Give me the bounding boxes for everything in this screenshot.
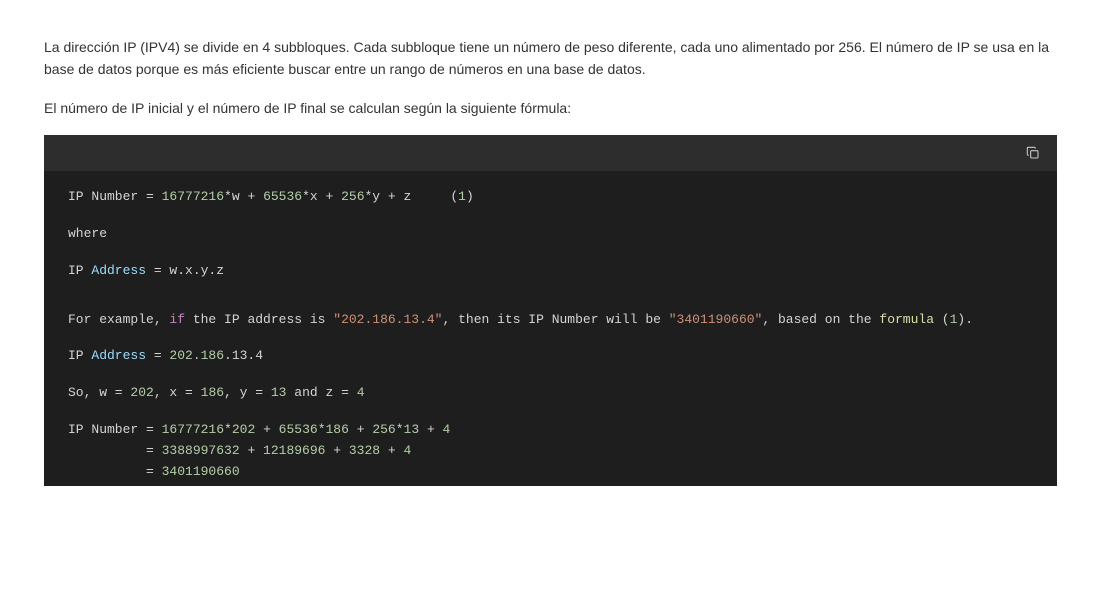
code-number: 186: [326, 422, 349, 437]
code-var: Address: [91, 263, 146, 278]
code-text: ).: [957, 312, 973, 327]
code-number: 202: [130, 385, 153, 400]
code-text: IP: [68, 263, 91, 278]
code-text: ): [466, 189, 474, 204]
code-number: 4: [404, 443, 412, 458]
code-text: IP Number =: [68, 422, 162, 437]
code-text: For example,: [68, 312, 169, 327]
code-body: IP Number = 16777216*w + 65536*x + 256*y…: [44, 171, 1057, 482]
code-number: 65536: [263, 189, 302, 204]
code-text: , y =: [224, 385, 271, 400]
code-number: 186: [201, 385, 224, 400]
code-text: *x +: [302, 189, 341, 204]
code-number: 13: [404, 422, 420, 437]
code-text: the IP address is: [185, 312, 333, 327]
code-number: 3388997632: [162, 443, 240, 458]
code-text: and z =: [286, 385, 356, 400]
paragraph-intro-2: El número de IP inicial y el número de I…: [44, 97, 1057, 119]
copy-icon[interactable]: [1023, 143, 1043, 163]
code-line: = 3401190660: [68, 462, 1033, 483]
code-text: where: [68, 226, 107, 241]
code-text: IP: [68, 348, 91, 363]
code-line: So, w = 202, x = 186, y = 13 and z = 4: [68, 383, 1033, 404]
code-text: *: [396, 422, 404, 437]
code-string: "202.186.13.4": [333, 312, 442, 327]
code-line: IP Number = 16777216*w + 65536*x + 256*y…: [68, 187, 1033, 208]
code-number: 256: [341, 189, 364, 204]
code-func: formula: [879, 312, 934, 327]
code-text: (: [934, 312, 950, 327]
code-text: +: [419, 422, 442, 437]
code-number: 16777216: [162, 422, 224, 437]
code-text: IP Number =: [68, 189, 162, 204]
code-text: , x =: [154, 385, 201, 400]
code-number: 4: [357, 385, 365, 400]
code-number: 65536: [279, 422, 318, 437]
code-var: Address: [91, 348, 146, 363]
code-number: 12189696: [263, 443, 325, 458]
code-text: +: [255, 422, 278, 437]
code-text: *w +: [224, 189, 263, 204]
code-number: 3328: [349, 443, 380, 458]
code-text: =: [68, 464, 162, 479]
code-text: *: [318, 422, 326, 437]
code-text: +: [325, 443, 348, 458]
code-number: 13: [271, 385, 287, 400]
code-text: +: [380, 443, 403, 458]
code-text: =: [146, 348, 169, 363]
code-string: "3401190660": [669, 312, 763, 327]
code-line: IP Address = 202.186.13.4: [68, 346, 1033, 367]
code-number: 256: [372, 422, 395, 437]
code-line: For example, if the IP address is "202.1…: [68, 310, 1033, 331]
code-number: 1: [458, 189, 466, 204]
code-number: 16777216: [162, 189, 224, 204]
code-text: , then its IP Number will be: [442, 312, 668, 327]
paragraph-intro-1: La dirección IP (IPV4) se divide en 4 su…: [44, 36, 1057, 81]
code-text: , based on the: [762, 312, 879, 327]
code-text: =: [68, 443, 162, 458]
code-text: +: [240, 443, 263, 458]
code-line: IP Number = 16777216*202 + 65536*186 + 2…: [68, 420, 1033, 441]
code-number: 202: [232, 422, 255, 437]
code-text: *y + z (: [365, 189, 459, 204]
code-keyword: if: [169, 312, 185, 327]
code-line: where: [68, 224, 1033, 245]
code-number: 3401190660: [162, 464, 240, 479]
code-text: = w.x.y.z: [146, 263, 224, 278]
code-text: .13.4: [224, 348, 263, 363]
code-line: = 3388997632 + 12189696 + 3328 + 4: [68, 441, 1033, 462]
code-number: 202.186: [169, 348, 224, 363]
code-text: +: [349, 422, 372, 437]
code-line: IP Address = w.x.y.z: [68, 261, 1033, 282]
code-block: IP Number = 16777216*w + 65536*x + 256*y…: [44, 135, 1057, 486]
code-text: *: [224, 422, 232, 437]
code-number: 4: [443, 422, 451, 437]
code-text: So, w =: [68, 385, 130, 400]
